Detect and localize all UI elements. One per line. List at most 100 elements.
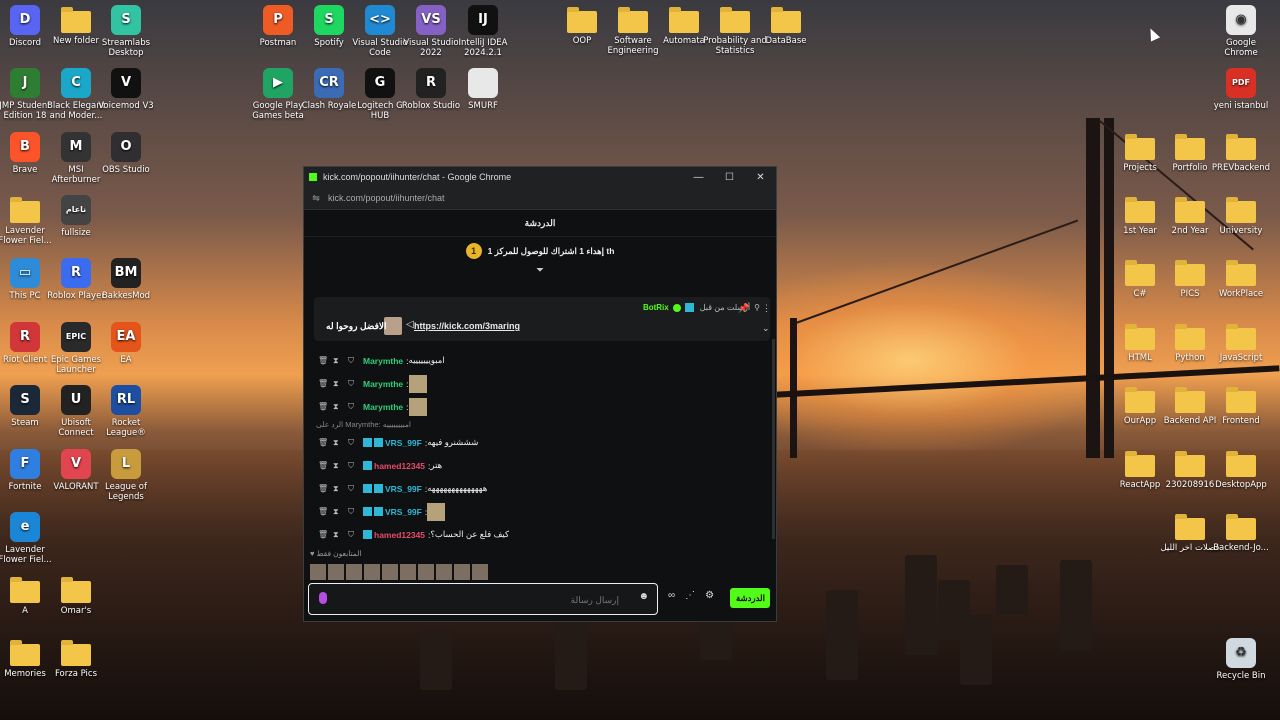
- desktop-icon-forza-pics[interactable]: Forza Pics: [44, 638, 108, 679]
- chat-username[interactable]: VRS_99F: [385, 438, 422, 448]
- timeout-icon[interactable]: ⧗: [333, 379, 348, 389]
- desktop-icon-smurf[interactable]: SMURF: [451, 68, 515, 111]
- close-icon[interactable]: ✕: [745, 172, 776, 183]
- delete-icon[interactable]: 🗑: [318, 484, 333, 493]
- pinned-bot-name[interactable]: BotRix: [643, 303, 669, 312]
- chevron-down-icon[interactable]: ⌄: [762, 323, 770, 334]
- chat-input[interactable]: [337, 590, 621, 610]
- pinned-link[interactable]: https://kick.com/3maring: [414, 321, 520, 331]
- microphone-icon[interactable]: [319, 592, 327, 604]
- timeout-icon[interactable]: ⧗: [333, 438, 348, 448]
- ban-icon[interactable]: ⛉: [348, 484, 363, 494]
- chat-username[interactable]: Marymthe: [363, 379, 403, 389]
- desktop-icon-workplace[interactable]: WorkPlace: [1209, 258, 1273, 299]
- ban-icon[interactable]: ⛉: [348, 356, 363, 366]
- emote[interactable]: [382, 564, 398, 580]
- ban-icon[interactable]: ⛉: [348, 507, 363, 517]
- chat-message[interactable]: 🗑 ⧗ ⛉ VRS_99F: شششنرو فيهه: [304, 431, 774, 454]
- delete-icon[interactable]: 🗑: [318, 356, 333, 365]
- gear-icon[interactable]: ⚙: [705, 590, 714, 601]
- filter-icon[interactable]: ⏷: [304, 265, 776, 277]
- chat-messages[interactable]: 🗑 ⧗ ⛉ Marymthe: امبويييييييه 🗑 ⧗ ⛉ Marymthe: 🗑 ⧗…: [304, 349, 774, 546]
- maximize-icon[interactable]: ☐: [714, 172, 745, 183]
- chat-message[interactable]: 🗑 ⧗ ⛉ Marymthe: امبويييييييه: [304, 349, 774, 372]
- timeout-icon[interactable]: ⧗: [333, 507, 348, 517]
- chat-message[interactable]: 🗑 ⧗ ⛉ Marymthe:: [304, 395, 774, 418]
- window-titlebar[interactable]: kick.com/popout/iihunter/chat - Google C…: [304, 167, 776, 187]
- chat-username[interactable]: hamed12345: [374, 530, 425, 540]
- send-chat-button[interactable]: الدردشة: [730, 588, 770, 608]
- timeout-icon[interactable]: ⧗: [333, 530, 348, 540]
- delete-icon[interactable]: 🗑: [318, 402, 333, 411]
- emote[interactable]: [472, 564, 488, 580]
- infinity-icon[interactable]: ∞: [668, 590, 675, 601]
- emote[interactable]: [310, 564, 326, 580]
- chat-message[interactable]: 🗑 ⧗ ⛉ hamed12345: هتر: [304, 454, 774, 477]
- chat-username[interactable]: VRS_99F: [385, 507, 422, 517]
- desktop-icon-desktopapp[interactable]: DesktopApp: [1209, 449, 1273, 490]
- desktop-icon-obs-studio[interactable]: O OBS Studio: [94, 132, 158, 175]
- desktop-icon-google-chrome[interactable]: ◉ Google Chrome: [1209, 5, 1273, 58]
- desktop-icon-rocket-league[interactable]: RL Rocket League®: [94, 385, 158, 438]
- timeout-icon[interactable]: ⧗: [333, 356, 348, 366]
- emote[interactable]: [436, 564, 452, 580]
- chat-username[interactable]: VRS_99F: [385, 484, 422, 494]
- delete-icon[interactable]: 🗑: [318, 379, 333, 388]
- emote[interactable]: [454, 564, 470, 580]
- desktop-icon-database[interactable]: DataBase: [754, 5, 818, 46]
- site-info-icon[interactable]: ⇋: [304, 193, 328, 204]
- scrollbar[interactable]: [772, 339, 775, 539]
- timeout-icon[interactable]: ⧗: [333, 484, 348, 494]
- chat-username[interactable]: Marymthe: [363, 356, 403, 366]
- ban-icon[interactable]: ⛉: [348, 530, 363, 540]
- delete-icon[interactable]: 🗑: [318, 438, 333, 447]
- ban-icon[interactable]: ⛉: [348, 402, 363, 412]
- chat-message[interactable]: 🗑 ⧗ ⛉ VRS_99F:: [304, 500, 774, 523]
- emote-bar[interactable]: [310, 564, 488, 580]
- share-icon[interactable]: ⋰: [685, 590, 695, 601]
- chat-message[interactable]: 🗑 ⧗ ⛉ hamed12345: كيف فلع عن الحساب؟: [304, 523, 774, 546]
- delete-icon[interactable]: 🗑: [318, 507, 333, 516]
- chrome-popup-window[interactable]: kick.com/popout/iihunter/chat - Google C…: [303, 166, 777, 622]
- timeout-icon[interactable]: ⧗: [333, 461, 348, 471]
- emote[interactable]: [418, 564, 434, 580]
- ban-icon[interactable]: ⛉: [348, 461, 363, 471]
- desktop-icon-omar-s[interactable]: Omar's: [44, 575, 108, 616]
- pin-icon[interactable]: 📌: [738, 303, 749, 314]
- desktop-icon-bakkesmod[interactable]: BM BakkesMod: [94, 258, 158, 301]
- chat-input-box[interactable]: ☻: [308, 583, 658, 615]
- emote[interactable]: [400, 564, 416, 580]
- ban-icon[interactable]: ⛉: [348, 438, 363, 448]
- url-text[interactable]: kick.com/popout/iihunter/chat: [328, 193, 445, 203]
- emote[interactable]: [346, 564, 362, 580]
- address-bar[interactable]: ⇋ kick.com/popout/iihunter/chat: [304, 187, 776, 210]
- chat-username[interactable]: Marymthe: [363, 402, 403, 412]
- pinned-message[interactable]: BotRix أرسلت من قبل ⚲ ◁ https://kick.com…: [314, 297, 771, 341]
- delete-icon[interactable]: 🗑: [318, 530, 333, 539]
- desktop-icon-javascript[interactable]: JavaScript: [1209, 322, 1273, 363]
- delete-icon[interactable]: 🗑: [318, 461, 333, 470]
- desktop-icon-frontend[interactable]: Frontend: [1209, 385, 1273, 426]
- desktop-icon-streamlabs-desktop[interactable]: S Streamlabs Desktop: [94, 5, 158, 58]
- chat-message[interactable]: 🗑 ⧗ ⛉ VRS_99F: ههههههههههههههه: [304, 477, 774, 500]
- timeout-icon[interactable]: ⧗: [333, 402, 348, 412]
- emote[interactable]: [364, 564, 380, 580]
- desktop-icon-yeni-istanbul[interactable]: PDF yeni istanbul: [1209, 68, 1273, 111]
- desktop-icon-league-of-legends[interactable]: L League of Legends: [94, 449, 158, 502]
- more-options-icon[interactable]: ⋮: [762, 303, 771, 314]
- ban-icon[interactable]: ⛉: [348, 379, 363, 389]
- chat-message[interactable]: 🗑 ⧗ ⛉ Marymthe:: [304, 372, 774, 395]
- emoji-icon[interactable]: ☻: [638, 591, 649, 602]
- desktop-icon-prevbackend[interactable]: PREVbackend: [1209, 132, 1273, 173]
- minimize-icon[interactable]: —: [683, 172, 714, 183]
- desktop-icon-ea[interactable]: EA EA: [94, 322, 158, 365]
- sub-goal-banner[interactable]: 1 إهداء 1 اشتراك للوصول للمركز 1 th: [304, 237, 776, 265]
- desktop-icon-backend-jo[interactable]: Backend-Jo...: [1209, 512, 1273, 553]
- desktop-icon-university[interactable]: University: [1209, 195, 1273, 236]
- chat-username[interactable]: hamed12345: [374, 461, 425, 471]
- desktop-icon-lavender-flower-fiel[interactable]: e Lavender Flower Fiel...: [0, 512, 57, 565]
- desktop-icon-fullsize[interactable]: ناعام fullsize: [44, 195, 108, 238]
- desktop-icon-intellij-idea-2024-2-1[interactable]: IJ IntelliJ IDEA 2024.2.1: [451, 5, 515, 58]
- desktop-icon-voicemod-v3[interactable]: V Voicemod V3: [94, 68, 158, 111]
- desktop-icon-recycle-bin[interactable]: ♻ Recycle Bin: [1209, 638, 1273, 681]
